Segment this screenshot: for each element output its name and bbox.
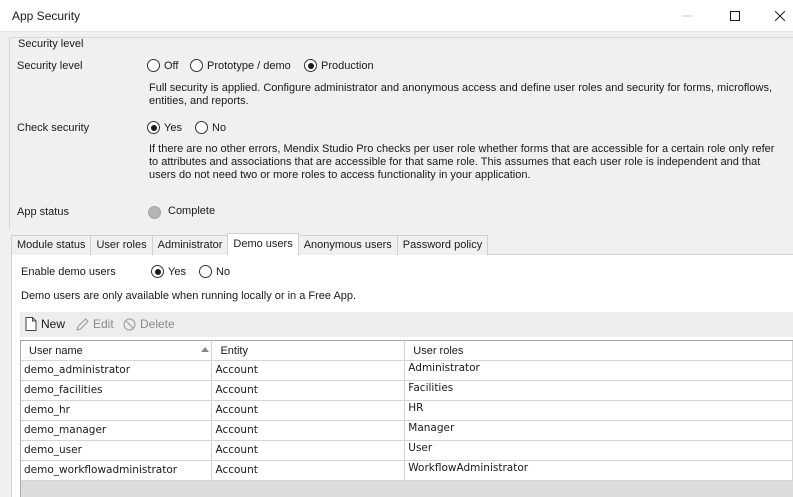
- radio-circle-selected[interactable]: [147, 121, 160, 134]
- radio-label: Yes: [164, 121, 182, 134]
- radio-security-prototype[interactable]: Prototype / demo: [190, 59, 291, 72]
- cell-user-name: demo_user: [21, 440, 213, 461]
- cell-user-name: demo_workflowadministrator: [21, 460, 213, 481]
- edit-button[interactable]: Edit: [76, 317, 114, 331]
- maximize-button[interactable]: [712, 0, 758, 31]
- app-status-label: App status: [17, 206, 69, 218]
- table-row[interactable]: demo_user Account User: [21, 440, 793, 461]
- minimize-icon: [682, 15, 692, 16]
- new-button[interactable]: New: [25, 317, 65, 331]
- column-header-user-roles[interactable]: User roles: [404, 341, 793, 361]
- radio-check-yes[interactable]: Yes: [147, 121, 182, 134]
- security-tabs: Module status User roles Administrator D…: [11, 233, 489, 255]
- radio-circle[interactable]: [147, 59, 160, 72]
- check-security-label: Check security: [17, 122, 90, 134]
- column-header-label: User name: [29, 344, 83, 357]
- tab-demo-users[interactable]: Demo users: [227, 233, 299, 255]
- radio-security-production[interactable]: Production: [304, 59, 374, 72]
- tab-password-policy[interactable]: Password policy: [396, 235, 489, 255]
- radio-circle[interactable]: [195, 121, 208, 134]
- radio-check-no[interactable]: No: [195, 121, 226, 134]
- radio-circle[interactable]: [190, 59, 203, 72]
- cell-entity: Account: [211, 380, 406, 401]
- table-row[interactable]: demo_administrator Account Administrator: [21, 360, 793, 381]
- cell-user-roles: Administrator: [404, 360, 793, 381]
- cell-user-roles: User: [404, 440, 793, 461]
- column-header-label: User roles: [413, 344, 464, 357]
- tab-module-status[interactable]: Module status: [11, 235, 92, 255]
- close-button[interactable]: [757, 0, 793, 31]
- close-icon: [775, 10, 785, 21]
- demo-users-grid: User name Entity User roles demo_adminis…: [20, 340, 793, 497]
- cell-user-roles: HR: [404, 400, 793, 421]
- radio-circle-selected[interactable]: [151, 265, 164, 278]
- radio-enable-yes[interactable]: Yes: [151, 265, 186, 278]
- radio-enable-no[interactable]: No: [199, 265, 230, 278]
- security-level-group: [9, 37, 793, 229]
- delete-button-label: Delete: [140, 317, 175, 331]
- cell-user-name: demo_facilities: [21, 380, 213, 401]
- cell-user-roles: WorkflowAdministrator: [404, 460, 793, 481]
- new-button-label: New: [41, 317, 66, 331]
- radio-circle[interactable]: [199, 265, 212, 278]
- cell-user-name: demo_hr: [21, 400, 213, 421]
- security-level-description: Full security is applied. Configure admi…: [149, 82, 772, 107]
- demo-users-table: User name Entity User roles demo_adminis…: [21, 341, 793, 481]
- radio-label: Production: [321, 59, 374, 72]
- cell-entity: Account: [211, 460, 406, 481]
- radio-label: No: [216, 265, 231, 278]
- tab-anonymous-users[interactable]: Anonymous users: [297, 235, 398, 255]
- maximize-icon: [730, 10, 740, 21]
- status-indicator-icon: [148, 206, 161, 219]
- column-header-entity[interactable]: Entity: [211, 341, 406, 361]
- demo-users-toolbar: New Edit Delete: [20, 312, 793, 337]
- cell-user-roles: Manager: [404, 420, 793, 441]
- pencil-icon: [76, 317, 89, 331]
- security-level-label: Security level: [17, 60, 83, 72]
- table-header-row: User name Entity User roles: [21, 341, 793, 361]
- radio-label: Yes: [168, 265, 186, 278]
- radio-security-off[interactable]: Off: [147, 59, 178, 72]
- check-security-description: If there are no other errors, Mendix Stu…: [149, 143, 775, 181]
- cell-entity: Account: [211, 360, 406, 381]
- sort-ascending-icon: [201, 347, 210, 352]
- window-title: App Security: [12, 9, 81, 23]
- table-row[interactable]: demo_manager Account Manager: [21, 420, 793, 441]
- prohibit-icon: [123, 318, 136, 330]
- table-row[interactable]: demo_facilities Account Facilities: [21, 380, 793, 401]
- security-level-legend: Security level: [17, 38, 85, 50]
- app-status-value: Complete: [168, 205, 216, 217]
- radio-label: Off: [164, 59, 179, 72]
- minimize-button[interactable]: [664, 0, 710, 31]
- new-document-icon: [25, 317, 37, 331]
- tab-user-roles[interactable]: User roles: [90, 235, 153, 255]
- cell-user-name: demo_administrator: [21, 360, 213, 381]
- cell-entity: Account: [211, 440, 406, 461]
- enable-demo-users-label: Enable demo users: [21, 266, 116, 278]
- title-bar: App Security: [0, 0, 793, 32]
- radio-circle-selected[interactable]: [304, 59, 317, 72]
- radio-label: No: [212, 121, 227, 134]
- column-header-user-name[interactable]: User name: [21, 341, 213, 361]
- radio-label: Prototype / demo: [207, 59, 291, 72]
- cell-user-roles: Facilities: [404, 380, 793, 401]
- column-header-label: Entity: [220, 344, 248, 357]
- table-row[interactable]: demo_hr Account HR: [21, 400, 793, 421]
- cell-user-name: demo_manager: [21, 420, 213, 441]
- tab-administrator[interactable]: Administrator: [151, 235, 229, 255]
- delete-button[interactable]: Delete: [123, 317, 175, 331]
- cell-entity: Account: [211, 400, 406, 421]
- cell-entity: Account: [211, 420, 406, 441]
- table-row[interactable]: demo_workflowadministrator Account Workf…: [21, 460, 793, 481]
- edit-button-label: Edit: [93, 317, 114, 331]
- demo-users-info: Demo users are only available when runni…: [21, 290, 357, 302]
